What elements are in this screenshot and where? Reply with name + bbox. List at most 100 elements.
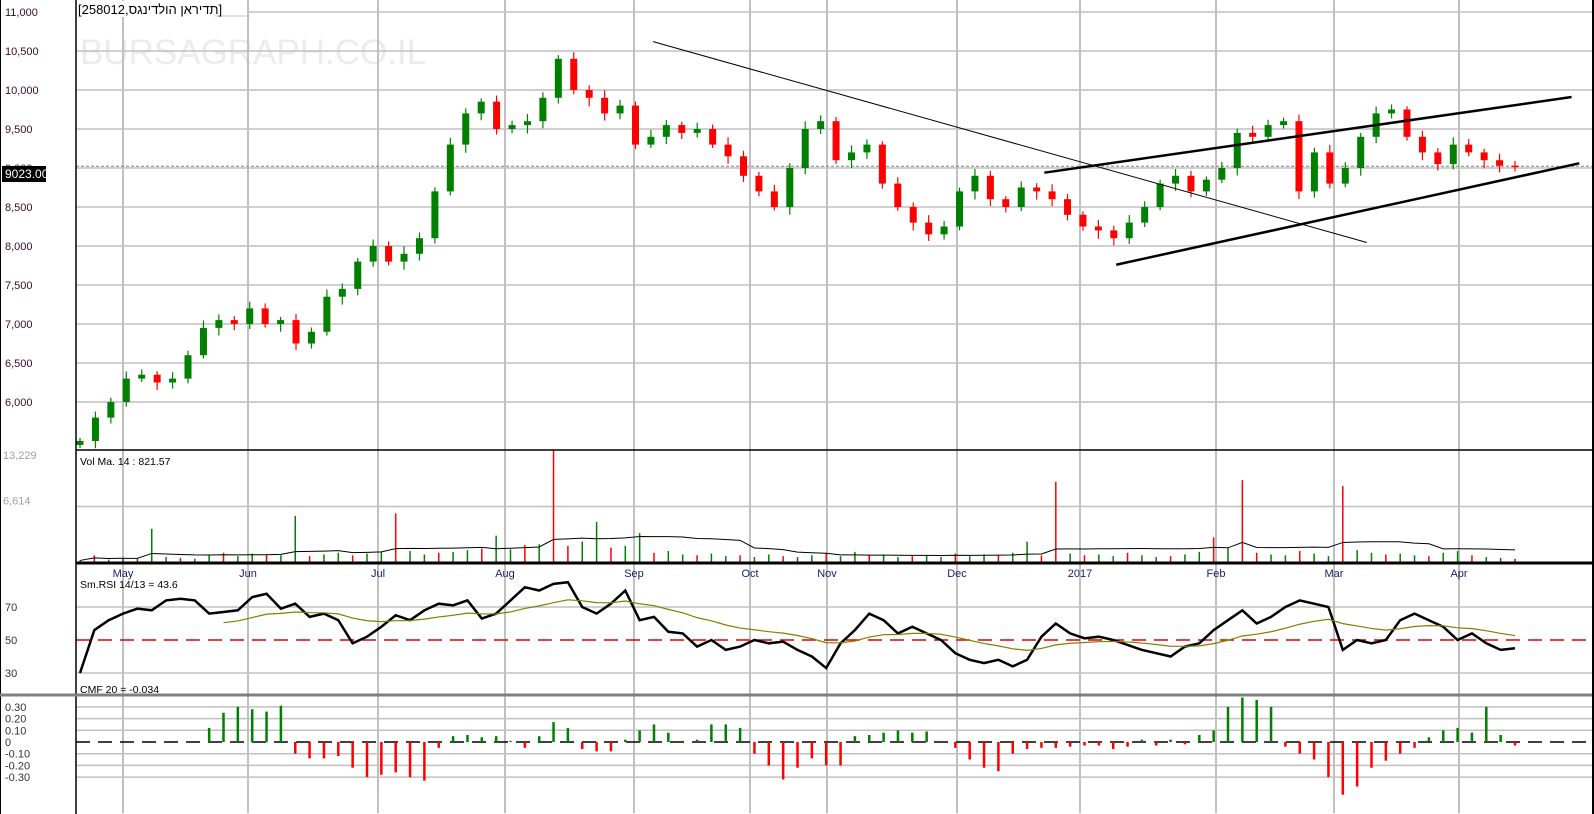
candle-body (770, 191, 778, 207)
month-label-jul: Jul (371, 568, 385, 580)
candle-body (1480, 152, 1488, 161)
month-label-2017: 2017 (1068, 568, 1092, 580)
candle-body (1233, 132, 1241, 168)
candle-body (971, 175, 979, 192)
volume-label: Vol Ma. 14 : 821.57 (80, 456, 171, 468)
cmf-label: CMF 20 = -0.034 (80, 684, 159, 696)
candle-body (1110, 230, 1118, 239)
cmf-tick-label: -0.10 (5, 749, 30, 761)
candle-body (415, 238, 423, 254)
candle-body (539, 97, 547, 122)
candle-body (739, 156, 747, 176)
price-tick-label: 10,500 (5, 46, 39, 58)
cmf-tick-label: 0.20 (5, 714, 26, 726)
month-label-nov: Nov (817, 568, 837, 580)
candle-body (477, 101, 485, 114)
candle-body (601, 97, 609, 114)
candle-body (261, 308, 269, 324)
candle-body (662, 125, 670, 137)
rsi-tick-label: 70 (5, 602, 17, 614)
candle-body (925, 222, 933, 235)
candle-body (246, 308, 254, 324)
candle-body (1341, 168, 1349, 184)
candle-body (894, 183, 902, 207)
candle-body (1064, 199, 1072, 215)
candle-body (400, 253, 408, 262)
volume-tick-label: 6,614 (3, 496, 31, 508)
cmf-tick-label: 0.30 (5, 702, 26, 714)
background (0, 0, 1594, 814)
candle-body (554, 58, 562, 98)
candle-body (431, 191, 439, 239)
candle-body (153, 374, 161, 383)
candle-body (848, 152, 856, 161)
candle-body (1141, 207, 1149, 223)
candle-body (1017, 187, 1025, 207)
candle-body (801, 129, 809, 168)
candle-body (122, 378, 130, 402)
candle-body (1418, 136, 1426, 153)
month-label-aug: Aug (495, 568, 515, 580)
candle-body (1449, 144, 1457, 165)
candle-body (1434, 152, 1442, 165)
candle-body (693, 129, 701, 133)
candle-body (215, 320, 223, 328)
month-label-oct: Oct (741, 568, 758, 580)
month-label-jun: Jun (239, 568, 257, 580)
price-tick-label: 10,000 (5, 85, 39, 97)
candle-body (817, 121, 825, 129)
watermark: BURSAGRAPH.CO.IL (80, 33, 426, 72)
candle-body (678, 125, 686, 133)
candle-body (1079, 214, 1087, 227)
candle-body (1326, 152, 1334, 184)
month-label-mar: Mar (1325, 568, 1344, 580)
candle-body (338, 288, 346, 297)
candle-body (523, 121, 531, 126)
candle-body (956, 191, 964, 227)
candle-body (570, 58, 578, 90)
candle-body (1218, 168, 1226, 180)
candle-body (1249, 132, 1257, 137)
candle-body (107, 402, 115, 418)
rsi-label: Sm.RSI 14/13 = 43.6 (80, 579, 178, 591)
candle-body (863, 144, 871, 153)
candle-body (709, 129, 717, 145)
chart-title: [258012,תדיראן הולדינגס] (78, 2, 222, 17)
price-tick-label: 6,000 (5, 397, 33, 409)
last-price-label: 9023.00 (5, 167, 49, 181)
candle-body (76, 441, 84, 445)
candle-body (385, 246, 393, 262)
candle-body (909, 207, 917, 223)
candle-body (1280, 121, 1288, 126)
candle-body (940, 226, 948, 235)
candle-body (369, 246, 377, 262)
candle-body (1465, 144, 1473, 153)
candle-body (307, 331, 315, 344)
candle-body (724, 144, 732, 157)
candle-body (1310, 152, 1318, 192)
candle-body (230, 320, 238, 324)
candle-body (616, 105, 624, 114)
price-tick-label: 9,500 (5, 124, 33, 136)
candle-body (1172, 175, 1180, 184)
candle-body (585, 90, 593, 98)
candle-body (1094, 226, 1102, 231)
candle-body (1125, 222, 1133, 239)
candle-body (1187, 175, 1195, 192)
cmf-tick-label: -0.20 (5, 760, 30, 772)
candle-body (184, 355, 192, 379)
rsi-tick-label: 30 (5, 668, 17, 680)
candle-body (1388, 109, 1396, 114)
candle-body (138, 374, 146, 379)
candle-body (631, 105, 639, 145)
volume-tick-label: 13,229 (3, 450, 37, 462)
candle-body (878, 144, 886, 184)
price-tick-label: 8,500 (5, 202, 33, 214)
price-tick-label: 7,000 (5, 319, 33, 331)
month-label-sep: Sep (624, 568, 644, 580)
cmf-tick-label: 0.10 (5, 725, 26, 737)
price-tick-label: 7,500 (5, 280, 33, 292)
candle-body (1357, 136, 1365, 168)
price-tick-label: 8,000 (5, 241, 33, 253)
month-label-feb: Feb (1207, 568, 1226, 580)
